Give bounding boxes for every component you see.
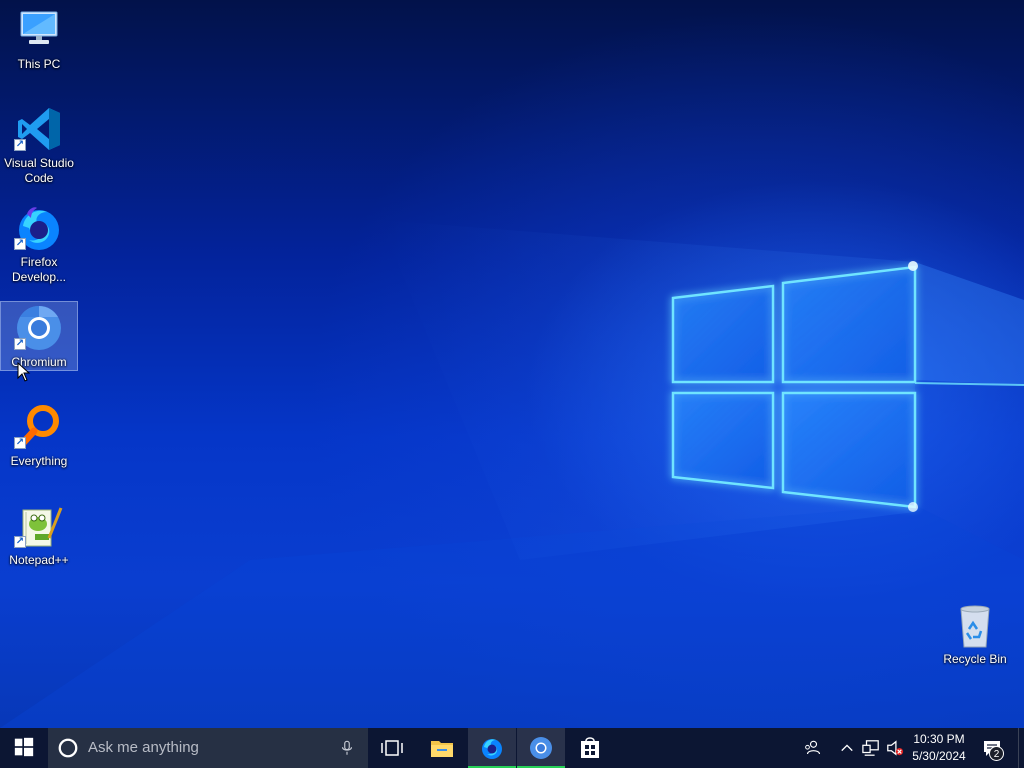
taskbar-store[interactable] (566, 728, 614, 768)
cortana-icon (58, 738, 78, 758)
people-button[interactable] (800, 728, 824, 768)
taskbar-chromium[interactable] (517, 728, 565, 768)
computer-icon (20, 11, 58, 44)
chevron-up-icon (841, 744, 853, 752)
desktop-icon-everything[interactable]: ↗ Everything (1, 401, 77, 491)
windows-logo-icon (14, 737, 34, 757)
desktop-icon-label: Everything (10, 454, 68, 468)
desktop-icon-label: Recycle Bin (943, 652, 1007, 666)
windows-logo-wallpaper (0, 220, 1024, 728)
chromium-icon (530, 737, 552, 759)
folder-icon (431, 741, 453, 757)
firefox-developer-icon (482, 739, 502, 759)
taskbar-file-explorer[interactable] (418, 728, 466, 768)
desktop-icon-chromium[interactable]: ↗ Chromium (0, 301, 78, 371)
show-hidden-icons-button[interactable] (838, 728, 856, 768)
desktop-icon-label: Chromium (11, 355, 67, 369)
task-view-button[interactable] (368, 728, 416, 768)
desktop-icon-this-pc[interactable]: This PC (1, 4, 77, 94)
taskbar: Ask me anything 10:30 PM 5/30/2024 2 (0, 728, 1024, 768)
desktop-icon-label: Notepad++ (9, 553, 69, 567)
task-view-icon (381, 740, 403, 756)
microphone-icon[interactable] (341, 739, 353, 757)
desktop-icon-vscode[interactable]: ↗ Visual Studio Code (1, 103, 77, 193)
desktop-icon-firefox-developer[interactable]: ↗ Firefox Develop... (1, 202, 77, 292)
people-icon (805, 740, 821, 755)
network-icon (862, 740, 879, 756)
taskbar-firefox-developer[interactable] (468, 728, 516, 768)
store-icon (581, 737, 599, 758)
shortcut-arrow-icon: ↗ (14, 338, 26, 350)
notification-count-badge: 2 (989, 746, 1004, 761)
shortcut-arrow-icon: ↗ (14, 536, 26, 548)
shortcut-arrow-icon: ↗ (14, 437, 26, 449)
desktop-icon-label: Firefox Develop... (11, 255, 67, 284)
desktop-icon-label: Visual Studio Code (4, 156, 74, 185)
shortcut-arrow-icon: ↗ (14, 139, 26, 151)
mouse-pointer-icon (17, 362, 31, 382)
network-button[interactable] (860, 728, 882, 768)
recycle-bin-icon (960, 605, 990, 648)
show-desktop-button[interactable] (1018, 728, 1024, 768)
desktop-icon-recycle-bin[interactable]: Recycle Bin (937, 599, 1013, 689)
search-box[interactable]: Ask me anything (48, 728, 368, 768)
shortcut-arrow-icon: ↗ (14, 238, 26, 250)
desktop-icon-label: This PC (17, 57, 61, 71)
clock-date: 5/30/2024 (912, 749, 966, 763)
search-placeholder: Ask me anything (88, 739, 199, 756)
start-button[interactable] (0, 728, 48, 768)
desktop[interactable]: This PC ↗ Visual Studio Code ↗ Firefox D… (0, 0, 1024, 728)
desktop-icon-notepad-plus-plus[interactable]: ↗ Notepad++ (1, 500, 77, 590)
clock-time: 10:30 PM (913, 732, 965, 746)
